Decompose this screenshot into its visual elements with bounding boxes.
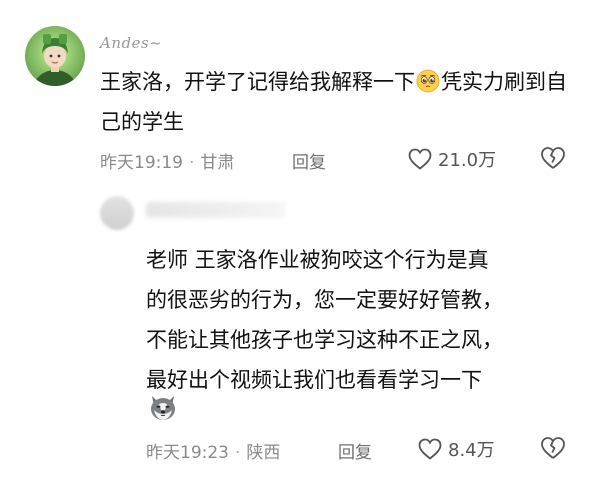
like-count: 21.0万 <box>438 150 497 171</box>
meta-separator: · <box>235 443 241 463</box>
comment-meta: 昨天19:19 · 甘肃 <box>100 148 234 173</box>
husky-dog-icon <box>151 396 175 420</box>
reply-comment-text: 老师 王家洛作业被狗咬这个行为是真 的很恶劣的行为，您一定要好好管教， 不能让其… <box>146 240 586 400</box>
dislike-button[interactable] <box>540 146 566 174</box>
reply-text-line: 不能让其他孩子也学习这种不正之风， <box>146 328 503 352</box>
username[interactable]: Andes~ <box>100 34 162 52</box>
comment-text-part: 王家洛，开学了记得给我解释一下 <box>100 70 415 94</box>
reply-meta: 昨天19:23 · 陕西 <box>146 438 280 463</box>
pleading-face-icon <box>416 69 440 93</box>
like-count: 8.4万 <box>448 440 495 461</box>
meta-separator: · <box>189 153 195 173</box>
reply-button[interactable]: 回复 <box>292 148 326 173</box>
broken-heart-icon <box>541 437 565 459</box>
reply-text-line: 的很恶劣的行为，您一定要好好管教， <box>146 288 503 312</box>
reply-username-blurred[interactable] <box>146 202 286 218</box>
like-button[interactable]: 8.4万 <box>418 436 495 462</box>
heart-icon <box>408 148 432 170</box>
comment-time: 昨天19:19 <box>100 153 183 173</box>
like-button[interactable]: 21.0万 <box>408 146 496 172</box>
heart-icon <box>418 438 442 460</box>
comment-text: 王家洛，开学了记得给我解释一下 凭实力刷到自己的学生 <box>100 62 580 142</box>
reply-text-line: 最好出个视频让我们也看看学习一下 <box>146 368 482 392</box>
reply-time: 昨天19:23 <box>146 443 229 463</box>
reply-avatar[interactable] <box>100 196 134 230</box>
broken-heart-icon <box>541 147 565 169</box>
reply-button[interactable]: 回复 <box>338 438 372 463</box>
comment-location: 甘肃 <box>200 153 235 173</box>
dislike-button[interactable] <box>540 436 566 464</box>
reply-location: 陕西 <box>246 443 281 463</box>
avatar[interactable] <box>25 26 85 86</box>
reply-text-line: 老师 王家洛作业被狗咬这个行为是真 <box>146 248 489 272</box>
